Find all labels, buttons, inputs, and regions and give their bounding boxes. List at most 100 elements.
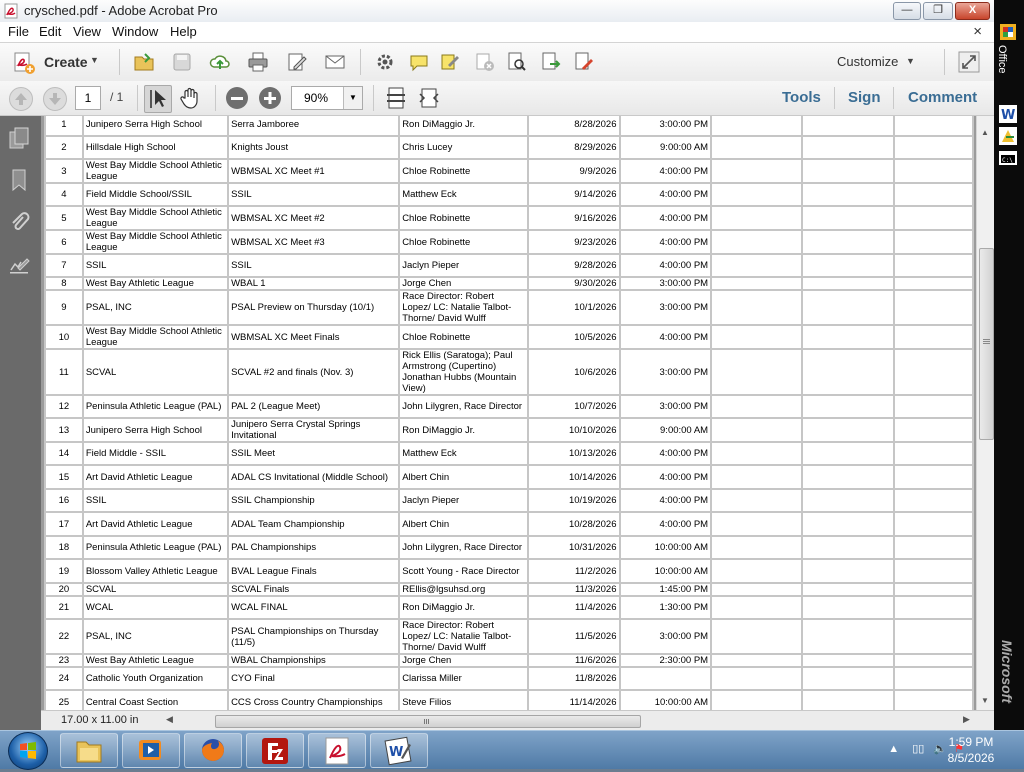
empty-cell <box>892 464 974 490</box>
tray-network-icon[interactable]: ▯▯ <box>912 743 924 755</box>
organization-cell: West Bay Middle School Athletic League <box>81 158 230 184</box>
page-number-input[interactable]: 1 <box>75 86 101 110</box>
empty-cell <box>892 135 974 160</box>
organization-cell: West Bay Athletic League <box>81 653 230 668</box>
contact-cell: Ron DiMaggio Jr. <box>398 116 529 137</box>
chevron-down-icon[interactable]: ▼ <box>906 56 915 66</box>
toolbar-separator <box>893 87 894 109</box>
clock[interactable]: 1:59 PM 8/5/2026 <box>936 734 1006 766</box>
meet-date-cell: 11/4/2026 <box>526 595 621 620</box>
meet-name-cell: SCVAL #2 and finals (Nov. 3) <box>227 348 401 396</box>
meet-date-cell: 11/8/2026 <box>526 666 621 691</box>
previous-page-button[interactable] <box>9 87 33 111</box>
edit-document-icon[interactable] <box>286 51 308 73</box>
meet-time-cell <box>618 666 713 691</box>
document-close-icon[interactable]: × <box>973 23 982 40</box>
email-icon[interactable] <box>324 51 346 73</box>
taskbar-acrobat[interactable] <box>308 733 366 768</box>
empty-cell <box>801 595 895 620</box>
vertical-scrollbar[interactable]: ▲ ▼ <box>976 116 995 710</box>
word-icon[interactable]: W <box>998 104 1018 124</box>
command-prompt-icon[interactable]: C:\ <box>998 148 1018 168</box>
signatures-icon[interactable] <box>8 252 30 276</box>
select-tool-button[interactable] <box>144 85 172 113</box>
fullscreen-icon[interactable] <box>958 51 980 73</box>
organization-cell: PSAL, INC <box>81 289 230 326</box>
taskbar-firefox[interactable] <box>184 733 242 768</box>
menu-window[interactable]: Window <box>112 24 158 39</box>
sign-pane-link[interactable]: Sign <box>848 89 881 106</box>
create-button[interactable]: Create ▼ <box>8 49 108 75</box>
gear-icon[interactable] <box>374 51 396 73</box>
attachments-icon[interactable] <box>8 210 30 234</box>
meet-date-cell: 10/10/2026 <box>526 417 621 443</box>
empty-cell <box>892 666 974 691</box>
page-thumbnails-icon[interactable] <box>8 126 30 150</box>
empty-cell <box>801 666 895 691</box>
search-document-icon[interactable] <box>506 51 528 73</box>
tools-pane-link[interactable]: Tools <box>782 89 821 106</box>
menu-file[interactable]: File <box>8 24 29 39</box>
horizontal-scrollbar[interactable] <box>211 715 971 728</box>
empty-cell <box>892 116 974 137</box>
scroll-left-icon[interactable]: ◀ <box>166 714 173 725</box>
taskbar-wordpad[interactable]: W <box>370 733 428 768</box>
toolbar-separator <box>360 49 361 75</box>
table-row: 10 West Bay Middle School Athletic League… <box>44 324 974 350</box>
office-logo-icon[interactable] <box>998 22 1018 42</box>
meet-name-cell: WCAL FINAL <box>227 595 401 620</box>
meet-time-cell: 9:00:00 AM <box>618 135 713 160</box>
tray-chevron-icon[interactable]: ▲ <box>888 743 899 755</box>
menu-view[interactable]: View <box>73 24 101 39</box>
empty-cell <box>892 182 974 207</box>
menu-help[interactable]: Help <box>170 24 197 39</box>
contact-cell: Jorge Chen <box>398 653 529 668</box>
cloud-upload-icon[interactable] <box>209 51 231 73</box>
close-button[interactable]: X <box>955 2 990 20</box>
highlight-icon[interactable] <box>440 51 462 73</box>
taskbar-explorer[interactable] <box>60 733 118 768</box>
organization-cell: Field Middle - SSIL <box>81 441 230 466</box>
comment-icon[interactable] <box>408 51 430 73</box>
vertical-scroll-thumb[interactable] <box>979 248 994 440</box>
delete-pages-icon[interactable] <box>474 51 496 73</box>
save-icon[interactable] <box>171 51 193 73</box>
contact-cell: Albert Chin <box>398 511 529 537</box>
scroll-up-icon[interactable]: ▲ <box>981 128 989 137</box>
contact-cell: Chloe Robinette <box>398 158 529 184</box>
excel-icon[interactable] <box>998 126 1018 146</box>
table-row: 8 West Bay Athletic League WBAL 1 Jorge Che… <box>44 276 974 291</box>
meet-time-cell: 3:00:00 PM <box>618 394 713 419</box>
horizontal-scroll-thumb[interactable] <box>215 715 641 728</box>
document-viewport[interactable]: 1 Junipero Serra High School Serra Jambore… <box>41 116 976 710</box>
taskbar-filezilla[interactable] <box>246 733 304 768</box>
empty-cell <box>710 595 804 620</box>
zoom-out-button[interactable] <box>226 87 248 109</box>
open-folder-icon[interactable] <box>133 51 155 73</box>
restore-button[interactable]: ❐ <box>923 2 953 20</box>
customize-label[interactable]: Customize <box>837 54 898 69</box>
export-icon[interactable] <box>540 51 562 73</box>
next-page-button[interactable] <box>43 87 67 111</box>
organization-cell: West Bay Middle School Athletic League <box>81 205 230 231</box>
zoom-in-button[interactable] <box>259 87 281 109</box>
empty-cell <box>801 135 895 160</box>
print-icon[interactable] <box>247 51 269 73</box>
empty-cell <box>801 511 895 537</box>
start-button[interactable] <box>8 732 48 770</box>
zoom-select[interactable]: 90% ▼ <box>291 86 363 110</box>
meet-date-cell: 11/14/2026 <box>526 689 621 710</box>
comment-pane-link[interactable]: Comment <box>908 89 977 106</box>
empty-cell <box>892 441 974 466</box>
minimize-button[interactable]: — <box>893 2 921 20</box>
taskbar-media-player[interactable] <box>122 733 180 768</box>
scroll-right-icon[interactable]: ▶ <box>963 714 970 725</box>
fit-width-icon[interactable] <box>418 86 440 110</box>
sign-document-icon[interactable] <box>573 51 595 73</box>
contact-cell: Ron DiMaggio Jr. <box>398 595 529 620</box>
menu-edit[interactable]: Edit <box>39 24 61 39</box>
hand-tool-icon[interactable] <box>178 86 202 110</box>
fit-page-icon[interactable] <box>385 86 407 110</box>
scroll-down-icon[interactable]: ▼ <box>981 696 989 705</box>
bookmarks-icon[interactable] <box>8 168 30 192</box>
